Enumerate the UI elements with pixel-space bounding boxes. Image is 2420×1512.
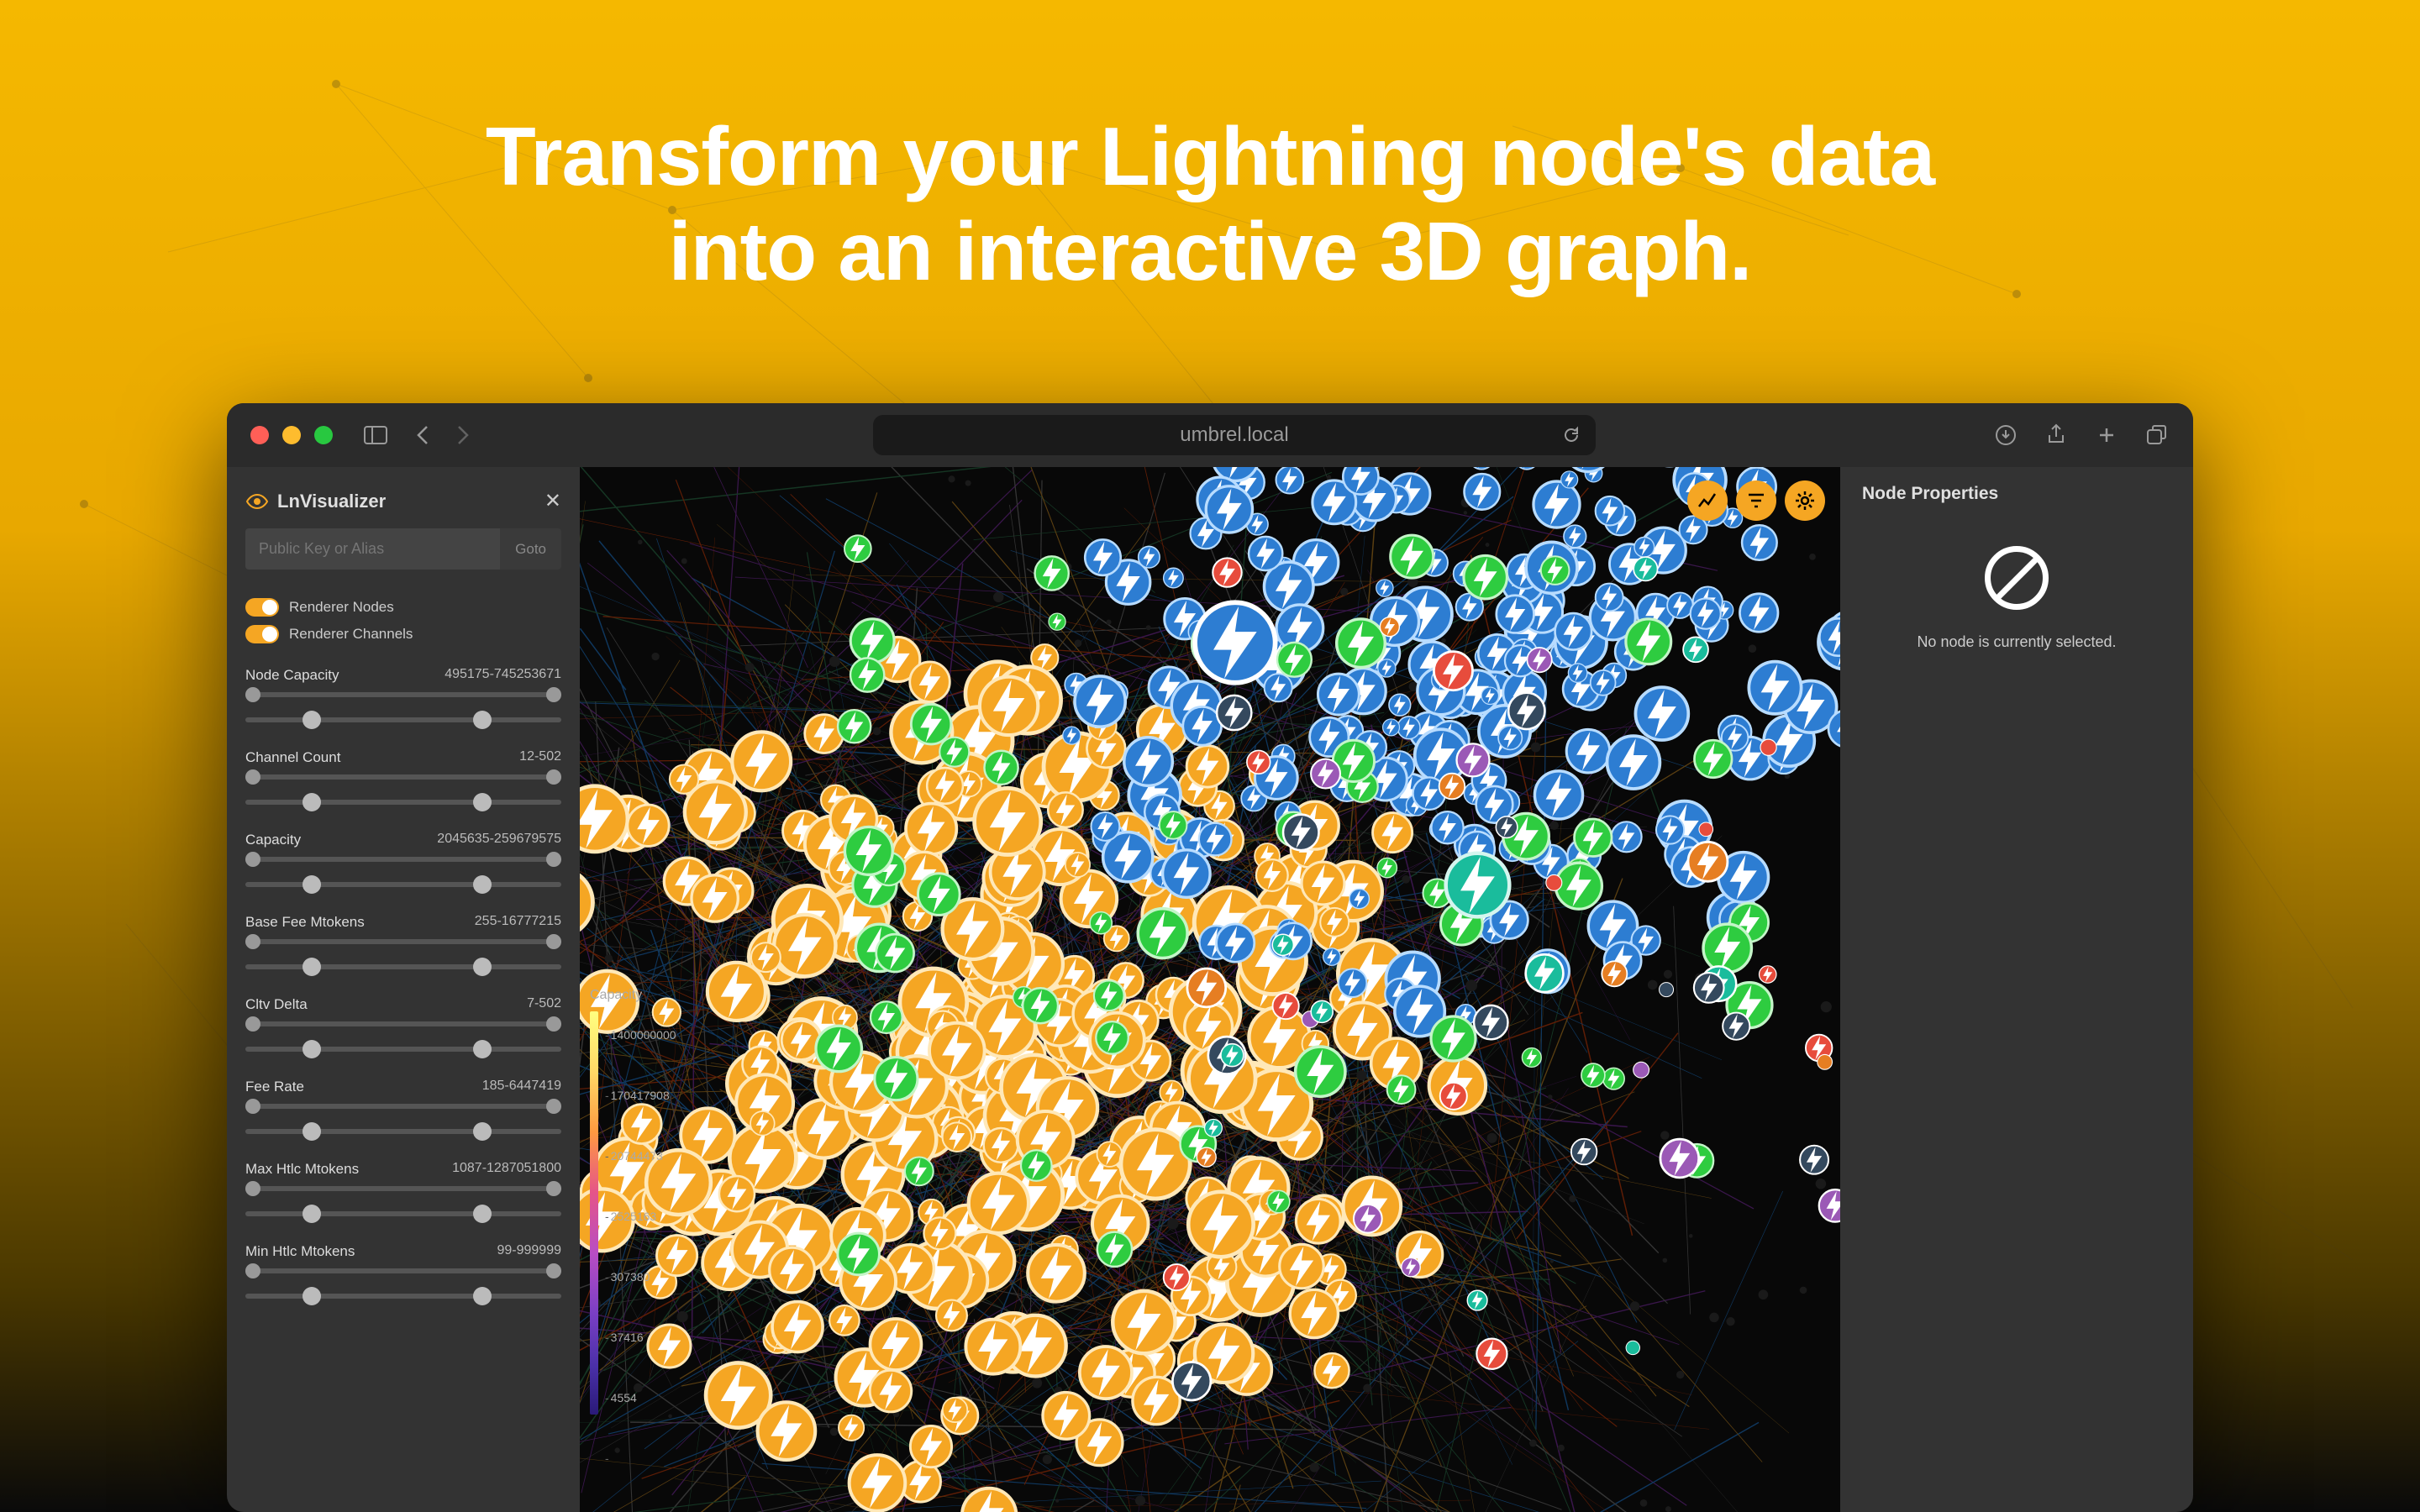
minimize-window-icon[interactable]	[282, 426, 301, 444]
marketing-headline: Transform your Lightning node's data int…	[0, 109, 2420, 298]
filter-label: Cltv Delta	[245, 996, 308, 1013]
renderer-nodes-toggle[interactable]	[245, 598, 279, 617]
settings-button[interactable]	[1785, 480, 1825, 521]
filter-slider[interactable]	[245, 1021, 561, 1026]
filter-slider[interactable]	[245, 1186, 561, 1191]
properties-title: Node Properties	[1862, 484, 2171, 504]
app-title-text: LnVisualizer	[277, 491, 386, 512]
filter-label: Node Capacity	[245, 667, 339, 684]
filter-label: Fee Rate	[245, 1079, 304, 1095]
goto-button[interactable]: Goto	[500, 528, 561, 570]
renderer-channels-toggle[interactable]	[245, 625, 279, 643]
filter-value: 2045635-259679575	[437, 832, 561, 848]
browser-titlebar: umbrel.local	[227, 403, 2193, 467]
search-input[interactable]	[245, 528, 500, 570]
filter-range-slider[interactable]	[245, 791, 561, 813]
url-bar[interactable]: umbrel.local	[873, 415, 1596, 455]
refresh-icon[interactable]	[1562, 426, 1581, 444]
close-sidebar-button[interactable]: ✕	[544, 489, 561, 513]
filter-label: Capacity	[245, 832, 301, 848]
renderer-nodes-label: Renderer Nodes	[289, 599, 394, 616]
filter-range-slider[interactable]	[245, 709, 561, 731]
legend-tick: - 307380	[605, 1253, 676, 1300]
filter-group: Capacity 2045635-259679575	[245, 832, 561, 895]
filter-button[interactable]	[1736, 480, 1776, 521]
filter-range-slider[interactable]	[245, 1121, 561, 1142]
app-title: LnVisualizer	[245, 491, 386, 512]
filter-range-slider[interactable]	[245, 956, 561, 978]
maximize-window-icon[interactable]	[314, 426, 333, 444]
graph-canvas[interactable]: Capacity - 1400000000 - 170417908 - 207444…	[580, 467, 1840, 1512]
filter-group: Cltv Delta 7-502	[245, 996, 561, 1060]
filter-slider[interactable]	[245, 1268, 561, 1273]
legend-tick: - 2525163	[605, 1193, 676, 1240]
filter-value: 12-502	[519, 749, 561, 766]
filter-slider[interactable]	[245, 939, 561, 944]
legend-gradient	[590, 1011, 598, 1415]
filter-range-slider[interactable]	[245, 874, 561, 895]
legend-tick: - 20744473	[605, 1132, 676, 1179]
filter-label: Channel Count	[245, 749, 340, 766]
traffic-lights	[250, 426, 333, 444]
filter-value: 7-502	[527, 996, 561, 1013]
filter-range-slider[interactable]	[245, 1038, 561, 1060]
filter-group: Max Htlc Mtokens 1087-1287051800	[245, 1161, 561, 1225]
share-icon[interactable]	[2044, 423, 2069, 448]
url-text: umbrel.local	[1180, 423, 1288, 447]
filter-group: Channel Count 12-502	[245, 749, 561, 813]
forward-button-icon[interactable]	[450, 423, 476, 448]
eye-icon	[245, 493, 269, 510]
filter-value: 255-16777215	[475, 914, 561, 931]
filter-label: Base Fee Mtokens	[245, 914, 365, 931]
capacity-legend: Capacity - 1400000000 - 170417908 - 207444…	[590, 988, 676, 1512]
filter-slider[interactable]	[245, 692, 561, 697]
legend-tick: - 170417908	[605, 1072, 676, 1119]
new-tab-icon[interactable]	[2094, 423, 2119, 448]
empty-state-icon	[1985, 546, 2049, 610]
tabs-icon[interactable]	[2144, 423, 2170, 448]
filter-group: Fee Rate 185-6447419	[245, 1079, 561, 1142]
downloads-icon[interactable]	[1993, 423, 2018, 448]
empty-state-text: No node is currently selected.	[1917, 633, 2116, 651]
legend-tick: - 37416	[605, 1314, 676, 1361]
filter-group: Min Htlc Mtokens 99-999999	[245, 1243, 561, 1307]
filter-value: 99-999999	[497, 1243, 561, 1260]
legend-tick: - 1400000000	[605, 1011, 676, 1058]
legend-title: Capacity	[590, 988, 676, 1003]
filter-value: 495175-745253671	[445, 667, 561, 684]
filter-label: Min Htlc Mtokens	[245, 1243, 355, 1260]
filter-range-slider[interactable]	[245, 1203, 561, 1225]
filter-slider[interactable]	[245, 1104, 561, 1109]
node-properties-panel: Node Properties No node is currently sel…	[1840, 467, 2193, 1512]
legend-tick: - 4554	[605, 1374, 676, 1421]
filter-value: 1087-1287051800	[452, 1161, 561, 1178]
network-graph[interactable]	[580, 467, 1840, 1512]
browser-window: umbrel.local	[227, 403, 2193, 1512]
filter-group: Node Capacity 495175-745253671	[245, 667, 561, 731]
left-sidebar: LnVisualizer ✕ Goto Renderer Nodes Rende…	[227, 467, 580, 1512]
filter-slider[interactable]	[245, 857, 561, 862]
legend-tick: - 66	[605, 1495, 676, 1512]
filter-range-slider[interactable]	[245, 1285, 561, 1307]
renderer-channels-label: Renderer Channels	[289, 626, 413, 643]
filter-label: Max Htlc Mtokens	[245, 1161, 359, 1178]
graph-mode-button[interactable]	[1687, 480, 1728, 521]
legend-tick: -	[605, 1435, 676, 1482]
sidebar-toggle-icon[interactable]	[363, 423, 388, 448]
back-button-icon[interactable]	[410, 423, 435, 448]
filter-slider[interactable]	[245, 774, 561, 780]
filter-value: 185-6447419	[482, 1079, 561, 1095]
filter-group: Base Fee Mtokens 255-16777215	[245, 914, 561, 978]
close-window-icon[interactable]	[250, 426, 269, 444]
